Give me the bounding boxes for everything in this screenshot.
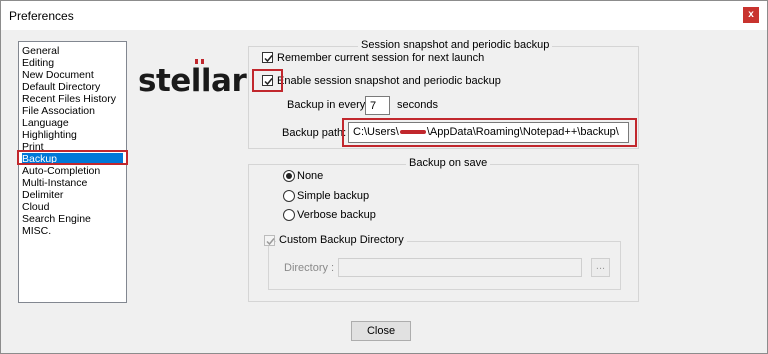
preferences-category-list[interactable]: General Editing New Document Default Dir…	[18, 41, 127, 303]
backup-every-label: Backup in every	[287, 99, 366, 111]
custom-directory-label: Custom Backup Directory	[276, 234, 407, 246]
backup-none-label: None	[297, 170, 324, 182]
directory-label: Directory :	[284, 262, 335, 274]
directory-input[interactable]	[338, 258, 582, 277]
remember-session-checkbox[interactable]	[262, 52, 273, 63]
seconds-label: seconds	[397, 99, 438, 111]
list-item-auto-completion[interactable]: Auto-Completion	[22, 165, 123, 177]
close-window-button[interactable]: x	[743, 7, 759, 23]
list-item-editing[interactable]: Editing	[22, 57, 123, 69]
backup-none-radio[interactable]	[283, 170, 295, 182]
window-title: Preferences	[9, 9, 74, 23]
session-snapshot-group-title: Session snapshot and periodic backup	[358, 39, 553, 51]
custom-directory-checkbox[interactable]	[264, 235, 275, 246]
list-item-new-document[interactable]: New Document	[22, 69, 123, 81]
list-item-multi-instance[interactable]: Multi-Instance	[22, 177, 123, 189]
simple-backup-label: Simple backup	[297, 190, 370, 202]
list-item-recent-files-history[interactable]: Recent Files History	[22, 93, 123, 105]
preferences-window: Preferences x General Editing New Docume…	[0, 0, 768, 354]
backup-interval-input[interactable]: 7	[365, 96, 390, 115]
list-item-search-engine[interactable]: Search Engine	[22, 213, 123, 225]
remember-session-label: Remember current session for next launch	[277, 52, 485, 64]
enable-checkbox-highlight	[252, 69, 283, 92]
list-item-general[interactable]: General	[22, 45, 123, 57]
enable-snapshot-label: Enable session snapshot and periodic bac…	[277, 75, 501, 87]
backup-on-save-group-title: Backup on save	[406, 157, 491, 169]
backup-item-highlight	[17, 150, 128, 165]
list-item-highlighting[interactable]: Highlighting	[22, 129, 123, 141]
stellar-logo: stellar	[138, 63, 247, 99]
checkmark-icon	[266, 238, 275, 246]
title-bar[interactable]: Preferences x	[1, 1, 767, 30]
browse-button[interactable]: ...	[591, 258, 610, 277]
verbose-backup-radio[interactable]	[283, 209, 295, 221]
radio-selected-dot	[286, 173, 292, 179]
simple-backup-radio[interactable]	[283, 190, 295, 202]
list-item-misc[interactable]: MISC.	[22, 225, 123, 237]
list-item-language[interactable]: Language	[22, 117, 123, 129]
list-item-file-association[interactable]: File Association	[22, 105, 123, 117]
list-item-default-directory[interactable]: Default Directory	[22, 81, 123, 93]
verbose-backup-label: Verbose backup	[297, 209, 376, 221]
backup-path-highlight	[342, 118, 637, 147]
list-item-cloud[interactable]: Cloud	[22, 201, 123, 213]
backup-path-label: Backup path:	[282, 127, 347, 139]
logo-accent-mark	[195, 59, 207, 64]
close-button[interactable]: Close	[351, 321, 411, 341]
list-item-delimiter[interactable]: Delimiter	[22, 189, 123, 201]
checkmark-icon	[264, 55, 273, 63]
